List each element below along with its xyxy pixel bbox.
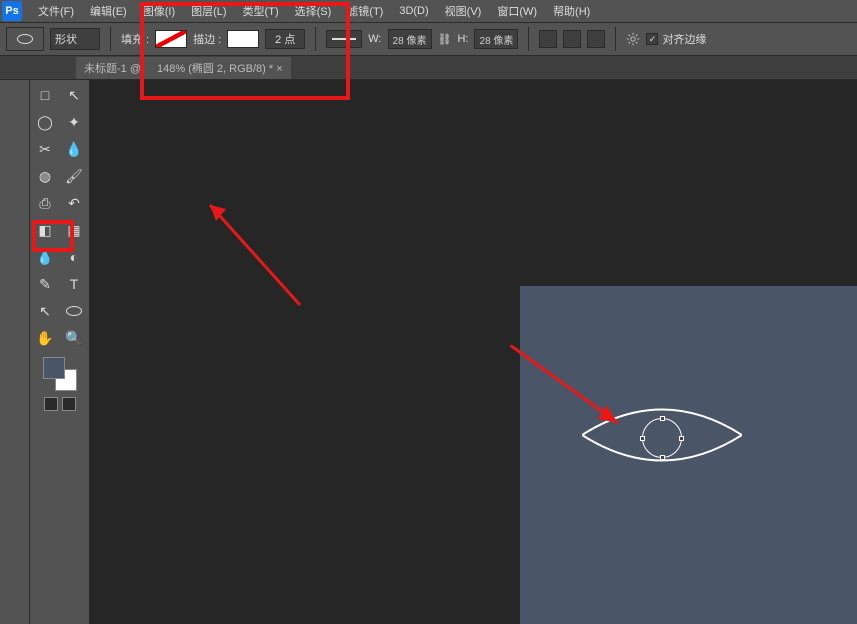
stroke-width-input[interactable]: 2 点 (265, 29, 305, 49)
align-edges-label: 对齐边缘 (662, 31, 706, 47)
color-swatches[interactable] (43, 357, 77, 391)
canvas[interactable] (520, 286, 857, 624)
gear-icon[interactable] (626, 32, 640, 46)
foreground-color-swatch[interactable] (43, 357, 65, 379)
separator (110, 27, 111, 51)
stamp-tool[interactable]: ⎙ (31, 190, 59, 216)
active-tool-icon[interactable] (6, 27, 44, 51)
blur-tool[interactable]: 💧 (31, 244, 59, 270)
document-tabbar: 未标题-1 @ 148% (椭圆 2, RGB/8) * × (0, 56, 857, 80)
history-brush-tool[interactable]: ↶ (60, 190, 88, 216)
height-input[interactable]: 28 像素 (474, 29, 518, 49)
separator (315, 27, 316, 51)
options-bar: 形状 填充 : 描边 : 2 点 W: 28 像素 ⛓ H: 28 像素 ✓ 对… (0, 22, 857, 56)
stroke-swatch[interactable] (227, 30, 259, 48)
height-label: H: (457, 33, 468, 45)
quick-mask-button[interactable] (44, 397, 58, 411)
path-arrange-button[interactable] (587, 30, 605, 48)
menu-file[interactable]: 文件(F) (30, 3, 82, 19)
move-tool[interactable]: ↖ (60, 82, 88, 108)
magic-wand-tool[interactable]: ✦ (60, 109, 88, 135)
anchor-point[interactable] (679, 436, 684, 441)
canvas-area[interactable] (90, 80, 857, 624)
menu-edit[interactable]: 编辑(E) (82, 3, 135, 19)
menu-view[interactable]: 视图(V) (437, 3, 490, 19)
brush-tool[interactable]: 🖌 (60, 163, 88, 189)
stroke-style-dropdown[interactable] (326, 30, 362, 48)
crop-tool[interactable]: ✂ (31, 136, 59, 162)
toolbar: □ ↖ ◯ ✦ ✂ 💧 ◍ 🖌 ⎙ ↶ ◧ ▦ 💧 ◐ ✎ T ↖ ✋ 🔍 (30, 80, 90, 624)
menubar: Ps 文件(F) 编辑(E) 图像(I) 图层(L) 类型(T) 选择(S) 滤… (0, 0, 857, 22)
width-label: W: (368, 33, 381, 45)
align-edges-checkbox[interactable]: ✓ 对齐边缘 (646, 31, 706, 47)
ellipse-icon (66, 306, 82, 316)
eyedropper-tool[interactable]: 💧 (60, 136, 88, 162)
path-align-button[interactable] (563, 30, 581, 48)
healing-tool[interactable]: ◍ (31, 163, 59, 189)
menu-select[interactable]: 选择(S) (287, 3, 340, 19)
marquee-tool[interactable]: □ (31, 82, 59, 108)
menu-help[interactable]: 帮助(H) (545, 3, 598, 19)
separator (528, 27, 529, 51)
checkbox-icon: ✓ (646, 33, 658, 45)
ellipse-icon (17, 34, 33, 44)
pen-tool[interactable]: ✎ (31, 271, 59, 297)
document-tab-1[interactable]: 未标题-1 @ (76, 57, 149, 79)
ps-logo: Ps (2, 1, 22, 21)
workspace: □ ↖ ◯ ✦ ✂ 💧 ◍ 🖌 ⎙ ↶ ◧ ▦ 💧 ◐ ✎ T ↖ ✋ 🔍 (0, 80, 857, 624)
menu-window[interactable]: 窗口(W) (489, 3, 545, 19)
eye-pupil-ellipse[interactable] (642, 418, 682, 458)
path-combine-button[interactable] (539, 30, 557, 48)
path-selection-tool[interactable]: ↖ (31, 298, 59, 324)
gradient-tool[interactable]: ▦ (60, 217, 88, 243)
anchor-point[interactable] (660, 416, 665, 421)
lasso-tool[interactable]: ◯ (31, 109, 59, 135)
fill-swatch[interactable] (155, 30, 187, 48)
menu-type[interactable]: 类型(T) (235, 3, 287, 19)
hand-tool[interactable]: ✋ (31, 325, 59, 351)
zoom-tool[interactable]: 🔍 (60, 325, 88, 351)
menu-layer[interactable]: 图层(L) (183, 3, 234, 19)
width-input[interactable]: 28 像素 (388, 29, 432, 49)
shape-tool[interactable] (60, 298, 88, 324)
stroke-line-icon (332, 38, 356, 40)
dodge-tool[interactable]: ◐ (60, 244, 88, 270)
anchor-point[interactable] (660, 455, 665, 460)
collapsed-panel-strip[interactable] (0, 80, 30, 624)
fill-label: 填充 : (121, 31, 149, 47)
menu-3d[interactable]: 3D(D) (391, 5, 436, 17)
tool-mode-dropdown[interactable]: 形状 (50, 28, 100, 50)
link-wh-icon[interactable]: ⛓ (438, 33, 452, 46)
menu-image[interactable]: 图像(I) (135, 3, 183, 19)
eraser-tool[interactable]: ◧ (31, 217, 59, 243)
screen-mode-button[interactable] (62, 397, 76, 411)
document-tab-2[interactable]: 148% (椭圆 2, RGB/8) * × (149, 57, 291, 79)
anchor-point[interactable] (640, 436, 645, 441)
separator (615, 27, 616, 51)
menu-filter[interactable]: 滤镜(T) (339, 3, 391, 19)
stroke-label: 描边 : (193, 31, 221, 47)
type-tool[interactable]: T (60, 271, 88, 297)
